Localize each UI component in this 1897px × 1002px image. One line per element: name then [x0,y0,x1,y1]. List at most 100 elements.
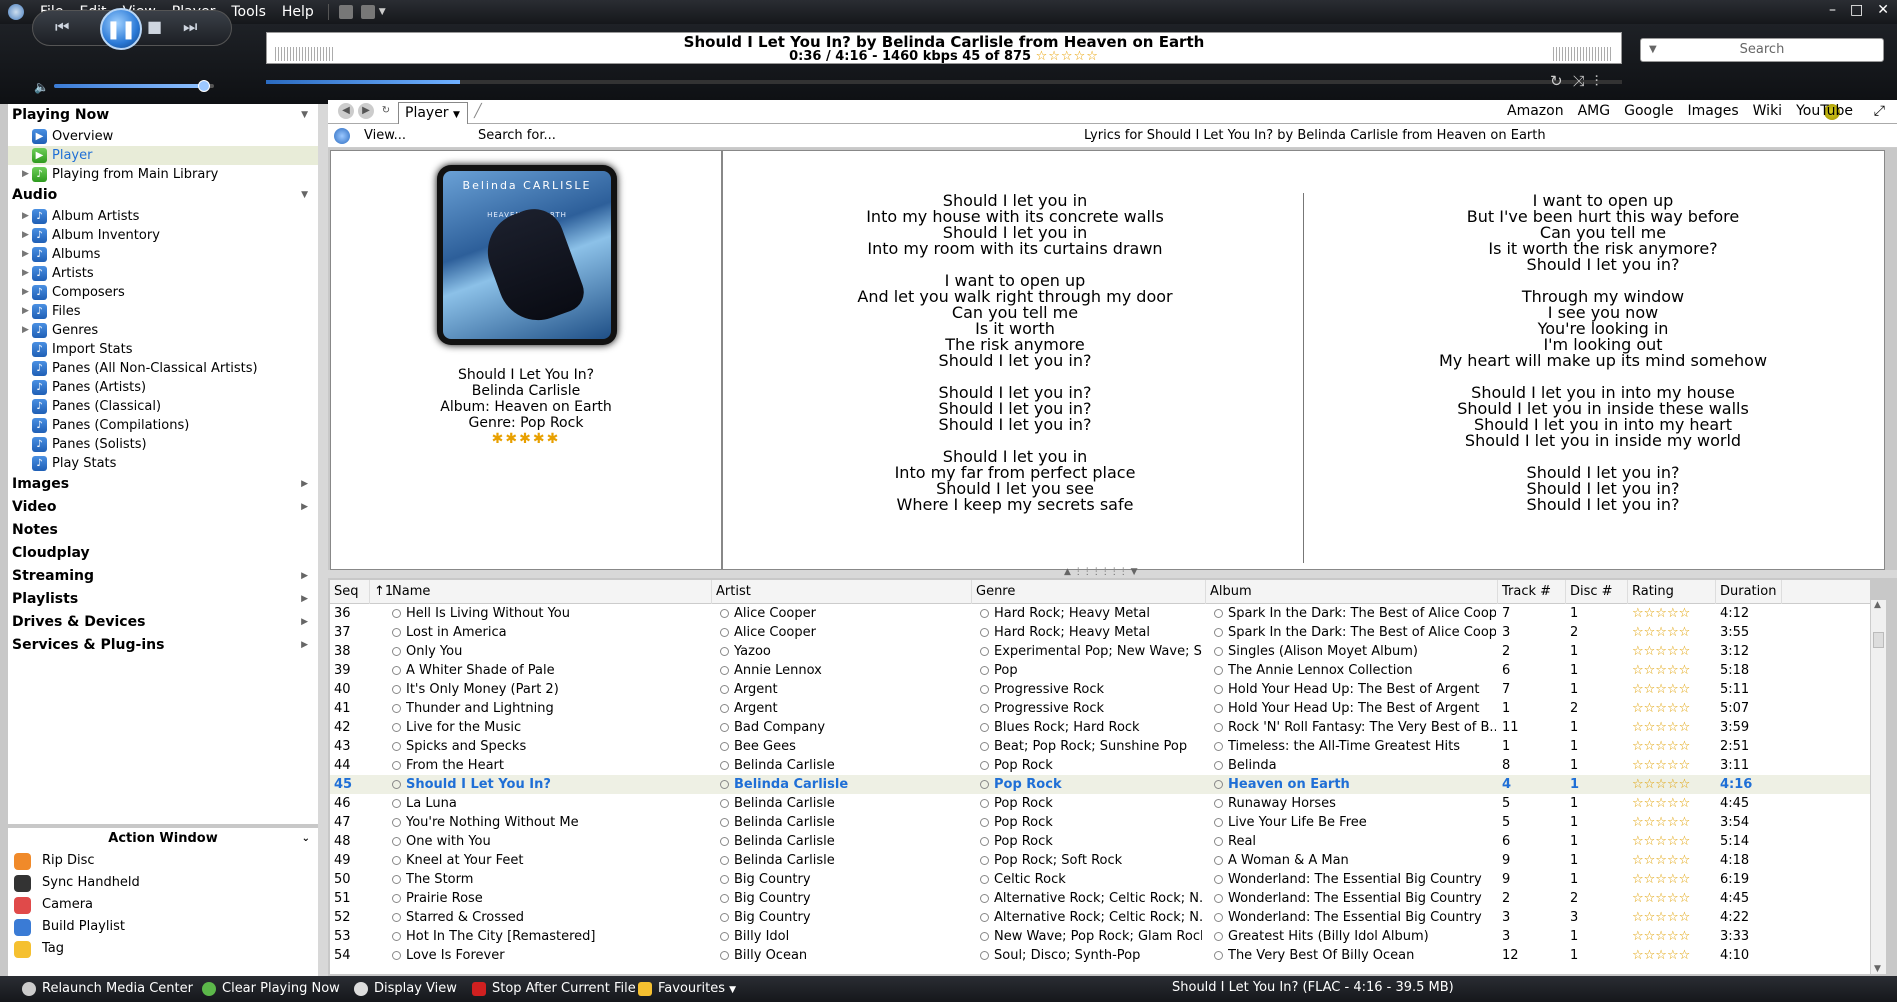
expand-icon[interactable]: ▶ [22,321,29,340]
menu-tools[interactable]: Tools [223,4,274,20]
sidebar-item-panes-classical[interactable]: ♪ Panes (Classical) [8,397,318,416]
clear-playing-now-button[interactable]: Clear Playing Now [200,980,340,998]
cell-rating[interactable]: ☆☆☆☆☆ [1632,680,1716,699]
list-scrollbar[interactable]: ▲ ▼ [1870,600,1886,974]
play-dot-icon[interactable] [980,932,989,941]
table-row[interactable]: 46 La Luna Belinda Carlisle Pop Rock Runaway… [330,794,1870,813]
play-dot-icon[interactable] [1214,951,1223,960]
play-dot-icon[interactable] [392,628,401,637]
sidebar-section-playlists[interactable]: Playlists ▶ [8,588,318,611]
action-build-playlist[interactable]: Build Playlist [8,916,318,938]
pause-button[interactable]: ❚❚ [100,8,142,50]
sidebar-item-play-stats[interactable]: ♪ Play Stats [8,454,318,473]
cell-rating[interactable]: ☆☆☆☆☆ [1632,870,1716,889]
play-dot-icon[interactable] [392,799,401,808]
expand-icon[interactable]: ▶ [22,283,29,302]
minimize-icon[interactable]: – [1829,2,1836,18]
play-dot-icon[interactable] [392,856,401,865]
cell-rating[interactable]: ☆☆☆☆☆ [1632,851,1716,870]
scroll-thumb[interactable] [1873,632,1884,648]
sidebar-section-services-plugins[interactable]: Services & Plug-ins ▶ [8,634,318,657]
play-dot-icon[interactable] [1214,723,1223,732]
table-row[interactable]: 44 From the Heart Belinda Carlisle Pop Rock… [330,756,1870,775]
sidebar-section-cloudplay[interactable]: Cloudplay [8,542,318,565]
shuffle-icon[interactable]: ⤨ [1573,72,1585,90]
play-dot-icon[interactable] [720,875,729,884]
play-dot-icon[interactable] [720,761,729,770]
sidebar-splitter[interactable] [318,104,328,984]
play-dot-icon[interactable] [1214,913,1223,922]
play-dot-icon[interactable] [392,894,401,903]
cell-rating[interactable]: ☆☆☆☆☆ [1632,889,1716,908]
search-for-menu[interactable]: Search for... [478,128,556,143]
col-album[interactable]: Album [1206,580,1498,604]
maximize-icon[interactable]: □ [1850,2,1863,18]
cell-rating[interactable]: ☆☆☆☆☆ [1632,661,1716,680]
sidebar-item-panes-solists[interactable]: ♪ Panes (Solists) [8,435,318,454]
sidebar-item-playing-from-library[interactable]: ▶ ♪ Playing from Main Library [8,165,318,184]
table-row[interactable]: 49 Kneel at Your Feet Belinda Carlisle Pop … [330,851,1870,870]
previous-icon[interactable]: ⏮ [55,17,69,37]
stop-icon[interactable]: ■ [147,17,162,36]
now-playing-rating[interactable]: ☆☆☆☆☆ [1036,49,1099,64]
table-row[interactable]: 42 Live for the Music Bad Company Blues Roc… [330,718,1870,737]
play-dot-icon[interactable] [980,951,989,960]
play-dot-icon[interactable] [720,742,729,751]
chevron-down-icon[interactable]: ▼ [379,7,386,17]
play-dot-icon[interactable] [980,723,989,732]
link-images[interactable]: Images [1688,103,1739,119]
play-dot-icon[interactable] [980,761,989,770]
cell-rating[interactable]: ☆☆☆☆☆ [1632,642,1716,661]
table-row[interactable]: 54 Love Is Forever Billy Ocean Soul; Disco;… [330,946,1870,965]
play-dot-icon[interactable] [980,704,989,713]
sidebar-item-artists[interactable]: ▶ ♪ Artists [8,264,318,283]
close-icon[interactable]: ✕ [1877,2,1889,18]
play-dot-icon[interactable] [720,837,729,846]
play-dot-icon[interactable] [720,780,729,789]
sidebar-section-notes[interactable]: Notes [8,519,318,542]
play-dot-icon[interactable] [720,856,729,865]
sidebar-item-genres[interactable]: ▶ ♪ Genres [8,321,318,340]
play-dot-icon[interactable] [980,666,989,675]
action-camera[interactable]: Camera [8,894,318,916]
chevron-down-icon[interactable]: ▼ [729,985,736,995]
play-dot-icon[interactable] [980,913,989,922]
play-dot-icon[interactable] [1214,780,1223,789]
sidebar-item-files[interactable]: ▶ ♪ Files [8,302,318,321]
play-dot-icon[interactable] [980,647,989,656]
play-dot-icon[interactable] [392,818,401,827]
scroll-down-icon[interactable]: ▼ [1874,964,1881,974]
col-name[interactable]: Name [388,580,712,604]
display-mode-icon[interactable] [360,5,375,19]
play-dot-icon[interactable] [392,723,401,732]
table-row[interactable]: 38 Only You Yazoo Experimental Pop; New Wav… [330,642,1870,661]
relaunch-button[interactable]: Relaunch Media Center [20,980,193,998]
menu-help[interactable]: Help [274,4,322,20]
play-dot-icon[interactable] [1214,628,1223,637]
play-dot-icon[interactable] [1214,894,1223,903]
refresh-icon[interactable]: ↻ [378,103,394,119]
view-menu[interactable]: View... [364,128,406,143]
expand-icon[interactable]: ▶ [22,226,29,245]
play-dot-icon[interactable] [720,628,729,637]
sidebar-item-panes-compilations[interactable]: ♪ Panes (Compilations) [8,416,318,435]
play-dot-icon[interactable] [980,780,989,789]
sort-indicator[interactable]: ↑1 [370,580,393,604]
table-row[interactable]: 39 A Whiter Shade of Pale Annie Lennox Pop T… [330,661,1870,680]
sidebar-item-overview[interactable]: ▶ Overview [8,127,318,146]
table-row[interactable]: 36 Hell Is Living Without You Alice Cooper… [330,604,1870,623]
play-dot-icon[interactable] [720,704,729,713]
play-dot-icon[interactable] [1214,837,1223,846]
play-dot-icon[interactable] [392,932,401,941]
play-dot-icon[interactable] [980,894,989,903]
col-track[interactable]: Track # [1498,580,1566,604]
app-logo-icon[interactable] [8,4,24,20]
fullscreen-icon[interactable]: ⤢ [1874,103,1885,119]
seek-bar[interactable] [266,80,1622,84]
play-dot-icon[interactable] [392,609,401,618]
play-dot-icon[interactable] [1214,818,1223,827]
col-rating[interactable]: Rating [1628,580,1716,604]
cell-rating[interactable]: ☆☆☆☆☆ [1632,775,1716,794]
table-row[interactable]: 37 Lost in America Alice Cooper Hard Rock; … [330,623,1870,642]
expand-icon[interactable]: ▶ [22,165,29,184]
